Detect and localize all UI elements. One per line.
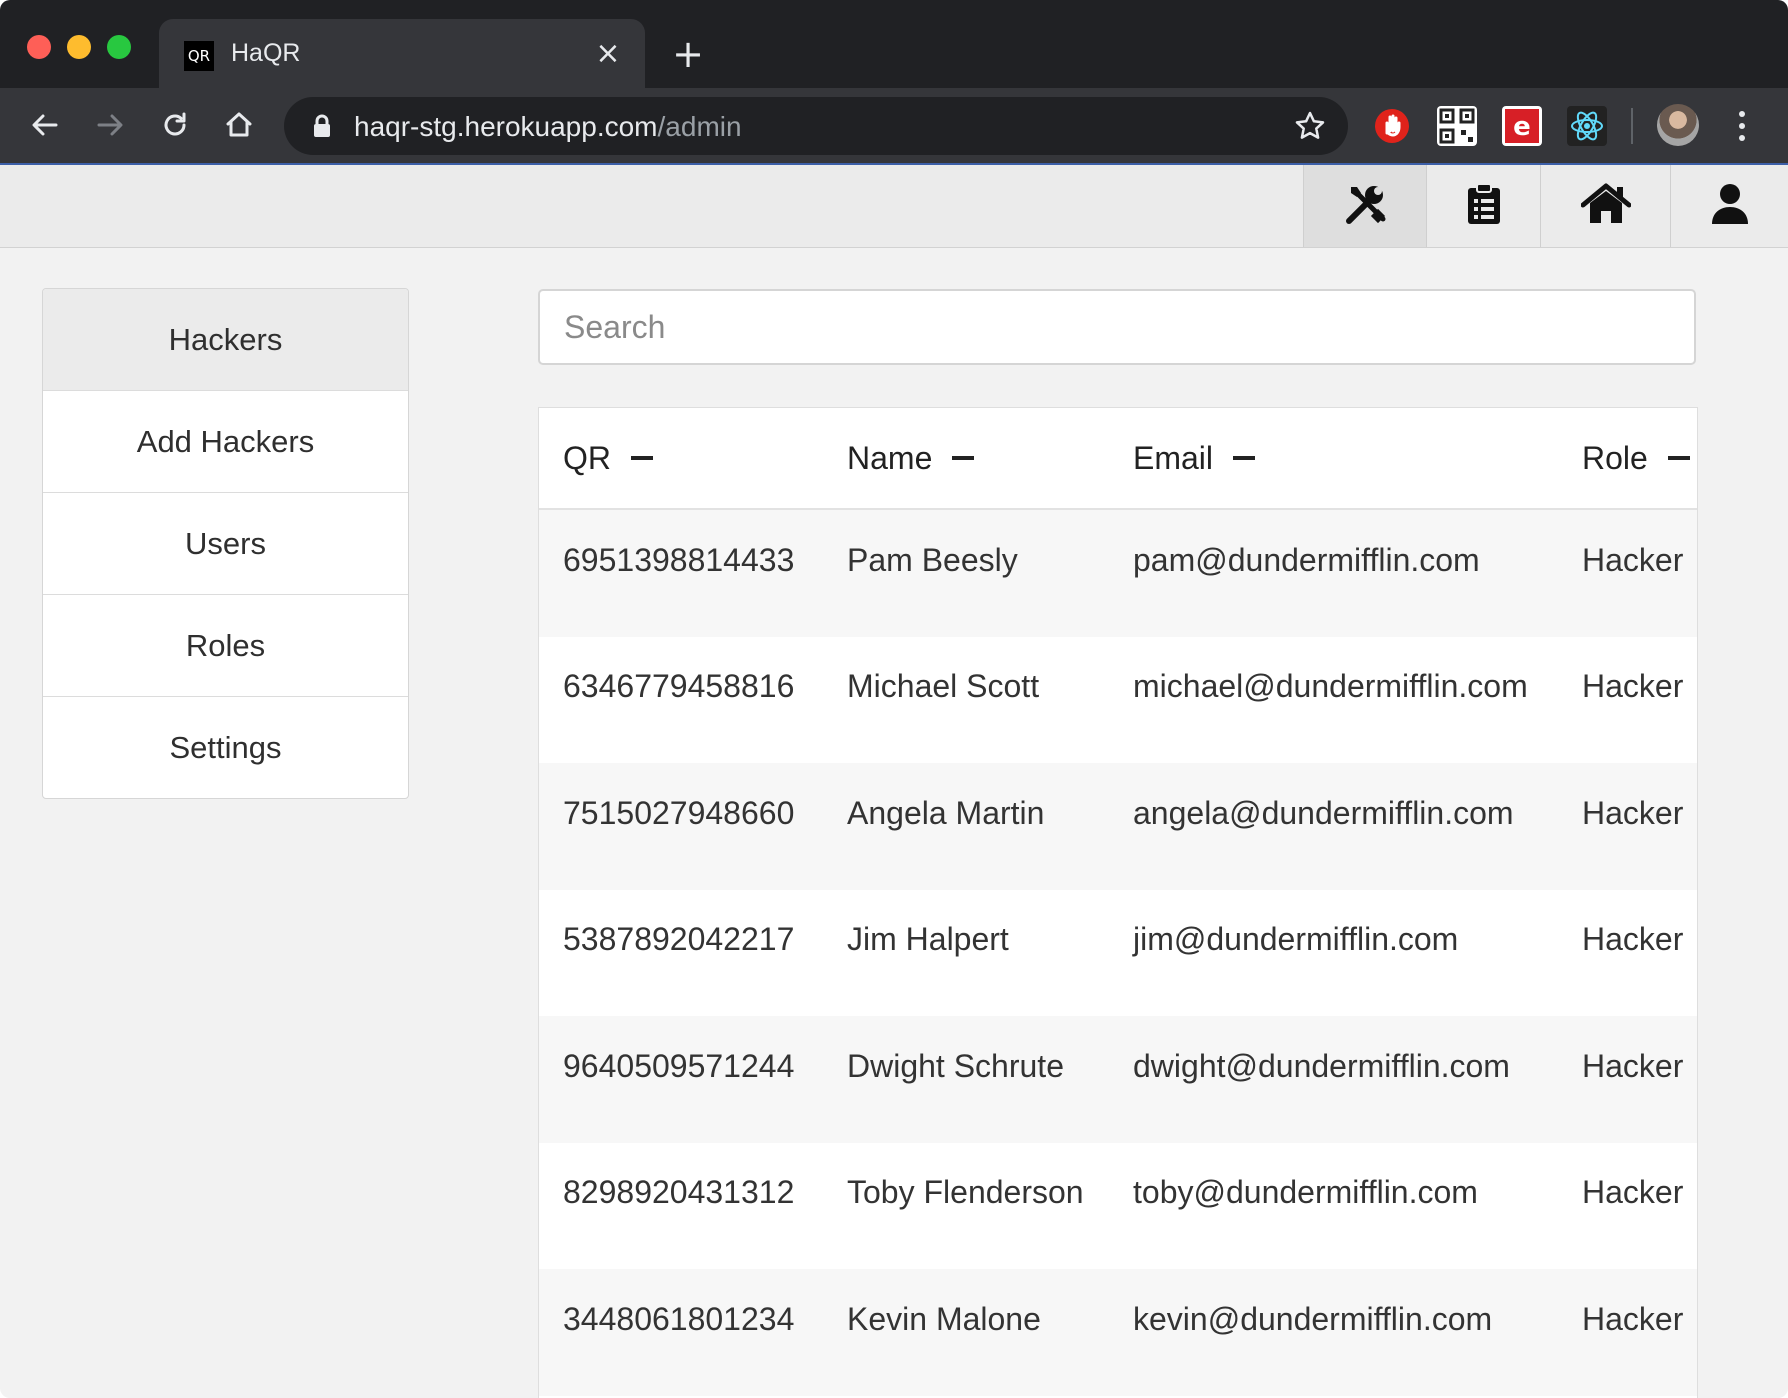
cell-name: Jim Halpert [847, 921, 1009, 957]
cell-qr: 7515027948660 [563, 794, 795, 831]
sort-icon [952, 456, 975, 460]
address-bar[interactable]: haqr-stg.herokuapp.com/admin [284, 97, 1348, 155]
url-text: haqr-stg.herokuapp.com/admin [354, 111, 742, 143]
cell-email: kevin@dundermifflin.com [1133, 1300, 1493, 1337]
nav-profile[interactable] [1670, 165, 1788, 247]
cell-role: Hacker [1582, 668, 1684, 704]
profile-avatar[interactable] [1657, 104, 1699, 146]
table-row[interactable]: 3448061801234 Kevin Malone kevin@dunderm… [539, 1269, 1697, 1396]
cell-email: pam@dundermifflin.com [1133, 541, 1480, 578]
reload-icon[interactable] [152, 102, 198, 148]
column-header-role[interactable]: Role [1582, 408, 1690, 508]
cell-name: Dwight Schrute [847, 1047, 1064, 1084]
cell-qr: 6346779458816 [563, 668, 795, 704]
cell-qr: 9640509571244 [563, 1047, 795, 1084]
search-input[interactable] [538, 289, 1696, 365]
react-devtools-icon[interactable] [1567, 106, 1607, 146]
sort-icon [1233, 456, 1256, 460]
cell-email: jim@dundermifflin.com [1133, 921, 1459, 957]
cell-email: dwight@dundermifflin.com [1133, 1047, 1510, 1084]
sidebar-item-add-hackers[interactable]: Add Hackers [43, 390, 408, 492]
cell-role: Hacker [1582, 1300, 1684, 1337]
url-path: /admin [657, 111, 742, 142]
cell-email: angela@dundermifflin.com [1133, 794, 1514, 831]
table-row[interactable]: 8298920431312 Toby Flenderson toby@dunde… [539, 1142, 1697, 1269]
clipboard-list-icon [1466, 182, 1502, 231]
close-tab-icon[interactable]: × [591, 37, 625, 71]
table-header: QR Name Email Role [539, 408, 1697, 510]
column-header-email[interactable]: Email [1133, 408, 1256, 508]
cell-name: Michael Scott [847, 668, 1040, 704]
close-window-button[interactable] [27, 35, 51, 59]
cell-role: Hacker [1582, 794, 1684, 831]
column-header-name[interactable]: Name [847, 408, 975, 508]
cell-qr: 3448061801234 [563, 1300, 795, 1337]
cell-email: toby@dundermifflin.com [1133, 1174, 1478, 1210]
star-icon[interactable] [1294, 110, 1326, 147]
sidebar-item-users[interactable]: Users [43, 492, 408, 594]
svg-text:e: e [1513, 112, 1531, 142]
url-host: haqr-stg.herokuapp.com [354, 111, 658, 142]
cell-qr: 5387892042217 [563, 921, 795, 957]
cell-qr: 8298920431312 [563, 1174, 795, 1210]
user-icon [1710, 182, 1750, 231]
cell-name: Kevin Malone [847, 1300, 1041, 1337]
toolbar-divider [1631, 108, 1633, 144]
cell-name: Toby Flenderson [847, 1174, 1084, 1210]
sidebar-item-roles[interactable]: Roles [43, 594, 408, 696]
forward-icon[interactable] [87, 102, 133, 148]
maximize-window-button[interactable] [107, 35, 131, 59]
cell-role: Hacker [1582, 541, 1684, 578]
hackers-table: QR Name Email Role 6951398814433 Pam Bee… [538, 407, 1698, 1398]
home-icon[interactable] [216, 102, 262, 148]
home-icon [1580, 183, 1632, 230]
cell-name: Pam Beesly [847, 541, 1018, 578]
nav-home[interactable] [1540, 165, 1671, 247]
new-tab-button[interactable]: + [666, 35, 710, 73]
tools-icon [1343, 181, 1389, 232]
tab-title: HaQR [231, 39, 301, 67]
qr-favicon-icon: QR [184, 41, 214, 71]
table-row[interactable]: 6346779458816 Michael Scott michael@dund… [539, 636, 1697, 763]
browser-tab[interactable]: QR HaQR × [159, 19, 645, 88]
admin-sidebar: Hackers Add Hackers Users Roles Settings [42, 288, 409, 799]
stop-hand-extension-icon[interactable] [1372, 106, 1412, 146]
sidebar-item-settings[interactable]: Settings [43, 696, 408, 798]
sort-icon [1667, 456, 1690, 460]
table-row[interactable]: 9640509571244 Dwight Schrute dwight@dund… [539, 1016, 1697, 1143]
app-navbar [0, 165, 1788, 248]
cell-role: Hacker [1582, 1047, 1684, 1084]
minimize-window-button[interactable] [67, 35, 91, 59]
nav-scan-list[interactable] [1426, 165, 1541, 247]
cell-qr: 6951398814433 [563, 541, 795, 578]
cell-email: michael@dundermifflin.com [1133, 668, 1528, 704]
cell-role: Hacker [1582, 1174, 1684, 1210]
back-icon[interactable] [22, 102, 68, 148]
sort-icon [631, 456, 653, 460]
table-row[interactable]: 7515027948660 Angela Martin angela@dunde… [539, 763, 1697, 890]
qr-extension-icon[interactable] [1437, 106, 1477, 146]
menu-dots-icon[interactable] [1730, 106, 1754, 146]
nav-admin-tools[interactable] [1303, 165, 1427, 247]
column-header-label: QR [563, 439, 611, 476]
column-header-label: Name [847, 439, 933, 476]
cell-name: Angela Martin [847, 794, 1045, 831]
lock-icon [312, 114, 332, 143]
table-row[interactable]: 6951398814433 Pam Beesly pam@dundermiffl… [539, 510, 1697, 637]
column-header-qr[interactable]: QR [563, 408, 653, 508]
browser-window: QR HaQR × + haqr-stg.herokuapp.com/admin [0, 0, 1788, 1398]
cell-role: Hacker [1582, 921, 1684, 957]
browser-toolbar: haqr-stg.herokuapp.com/admin e [0, 88, 1788, 165]
table-body: 6951398814433 Pam Beesly pam@dundermiffl… [539, 510, 1697, 1396]
e-extension-icon[interactable]: e [1502, 106, 1542, 146]
tab-strip: QR HaQR × + [0, 0, 1788, 88]
column-header-label: Email [1133, 439, 1214, 476]
table-row[interactable]: 5387892042217 Jim Halpert jim@dundermiff… [539, 889, 1697, 1016]
sidebar-item-hackers[interactable]: Hackers [43, 289, 408, 390]
column-header-label: Role [1582, 439, 1648, 476]
